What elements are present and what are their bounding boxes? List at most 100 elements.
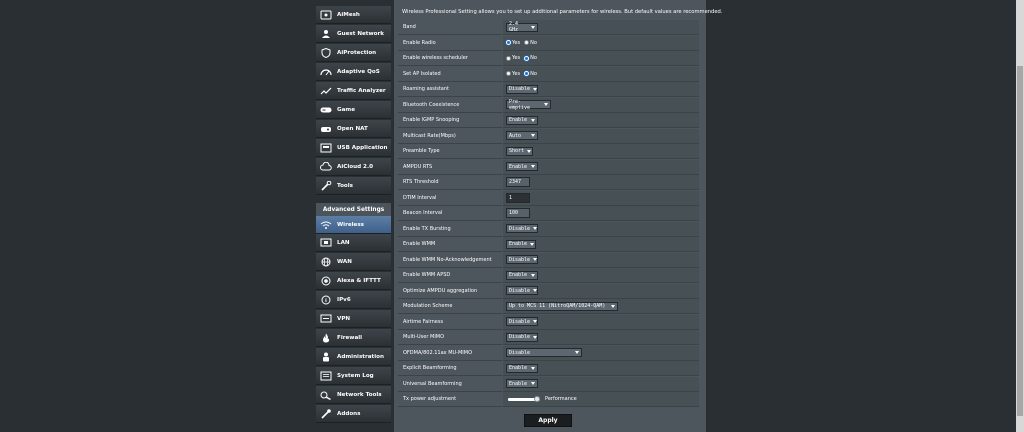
sidebar-item-label: Tools (337, 182, 354, 189)
sidebar-item-system-log[interactable]: System Log (316, 367, 391, 385)
sidebar-item-label: System Log (337, 372, 374, 379)
svg-text:6: 6 (325, 297, 328, 302)
setting-label: Enable TX Bursting (398, 221, 502, 237)
row-ofdma-mu-mimo: OFDMA/802.11ax MU-MIMO Disable (398, 345, 699, 361)
radio-ap-isolated-no[interactable]: No (524, 71, 537, 77)
setting-label: Enable WMM No-Acknowledgement (398, 252, 502, 268)
beacon-interval-input[interactable]: 100 (506, 208, 530, 218)
radio-enable-radio-yes[interactable]: Yes (506, 40, 520, 46)
chevron-down-icon (533, 87, 538, 91)
chevron-down-icon (533, 320, 538, 323)
lan-icon (320, 238, 332, 248)
setting-label: Airtime Fairness (398, 314, 502, 330)
tx-power-slider-handle[interactable] (534, 395, 540, 402)
admin-person-icon (320, 352, 332, 362)
setting-label: Enable WMM APSD (398, 268, 502, 283)
sidebar-item-aiprotection[interactable]: AiProtection (316, 44, 391, 62)
sidebar-item-label: Traffic Analyzer (337, 87, 386, 94)
aimesh-icon (320, 10, 332, 20)
sidebar-item-game[interactable]: Game (316, 101, 391, 119)
bluetooth-coexistence-select[interactable]: Pre-emptive (506, 99, 551, 111)
wmm-apsd-select[interactable]: Enable (506, 270, 538, 280)
chevron-down-icon (531, 25, 535, 29)
chevron-down-icon (531, 134, 535, 137)
sidebar-item-label: Game (337, 106, 355, 113)
roaming-assistant-select[interactable]: Disable (506, 84, 538, 94)
wmm-no-ack-select[interactable]: Disable (506, 255, 538, 264)
tx-bursting-select[interactable]: Disable (506, 224, 538, 233)
row-band: Band 2.4 GHz (398, 20, 699, 35)
sidebar-item-tools[interactable]: Tools (316, 177, 391, 195)
tx-power-slider-fill (508, 397, 537, 401)
sidebar-item-wan[interactable]: WAN (316, 253, 391, 271)
universal-beamforming-select[interactable]: Enable (506, 379, 538, 388)
sidebar-item-administration[interactable]: Administration (316, 348, 391, 366)
sidebar-item-label: LAN (337, 239, 350, 246)
multi-user-mimo-select[interactable]: Disable (506, 332, 538, 342)
row-tx-power: Tx power adjustment Performance (398, 392, 699, 407)
modulation-scheme-select[interactable]: Up to MCS 11 (NitroQAM/1024-QAM) (506, 301, 618, 311)
sidebar-item-vpn[interactable]: VPN (316, 310, 391, 328)
setting-label: Multicast Rate(Mbps) (398, 128, 502, 144)
sidebar-item-label: AiProtection (337, 49, 377, 56)
sidebar-item-addons[interactable]: Addons (316, 405, 391, 423)
chevron-down-icon (531, 165, 535, 168)
ofdma-mu-mimo-select[interactable]: Disable (506, 348, 582, 357)
ampdu-aggregation-select[interactable]: Disable (506, 286, 538, 295)
sidebar-item-open-nat[interactable]: Open NAT (316, 120, 391, 138)
row-rts-threshold: RTS Threshold 2347 (398, 175, 699, 190)
network-tools-icon (320, 390, 332, 400)
radio-ap-isolated-yes[interactable]: Yes (506, 71, 520, 77)
sidebar-item-firewall[interactable]: Firewall (316, 329, 391, 347)
radio-scheduler-no[interactable]: No (524, 55, 537, 61)
sidebar-item-aimesh[interactable]: AiMesh (316, 6, 391, 24)
rts-threshold-input[interactable]: 2347 (506, 177, 530, 187)
setting-label: Enable Radio (398, 35, 502, 51)
ampdu-rts-select[interactable]: Enable (506, 162, 538, 171)
preamble-type-select[interactable]: Short (506, 146, 533, 156)
sidebar-item-traffic-analyzer[interactable]: Traffic Analyzer (316, 82, 391, 100)
row-wireless-scheduler: Enable wireless scheduler Yes No (398, 51, 699, 66)
apply-button[interactable]: Apply (524, 414, 572, 427)
sidebar-item-adaptive-qos[interactable]: Adaptive QoS (316, 63, 391, 81)
sidebar-item-guest-network[interactable]: Guest Network (316, 25, 391, 43)
row-multicast-rate: Multicast Rate(Mbps) Auto (398, 128, 699, 144)
sidebar-item-usb-application[interactable]: USB Application (316, 139, 391, 157)
wifi-icon (320, 220, 332, 230)
setting-label: Modulation Scheme (398, 299, 502, 314)
setting-label: Band (398, 20, 502, 35)
row-universal-beamforming: Universal Beamforming Enable (398, 376, 699, 392)
radio-enable-radio-no[interactable]: No (524, 40, 537, 46)
setting-label: Universal Beamforming (398, 376, 502, 392)
radio-scheduler-yes[interactable]: Yes (506, 55, 520, 61)
sidebar-item-alexa-ifttt[interactable]: Alexa & IFTTT (316, 272, 391, 290)
row-enable-radio: Enable Radio Yes No (398, 35, 699, 51)
tx-power-slider[interactable] (508, 395, 540, 402)
chevron-down-icon (531, 382, 535, 385)
sidebar-item-network-tools[interactable]: Network Tools (316, 386, 391, 404)
enable-wmm-select[interactable]: Enable (506, 239, 536, 249)
igmp-snooping-select[interactable]: Enable (506, 115, 538, 125)
sidebar-item-label: Wireless (337, 221, 365, 228)
sidebar-item-wireless[interactable]: Wireless (316, 216, 391, 234)
sidebar-item-label: Administration (337, 353, 384, 360)
row-ap-isolated: Set AP Isolated Yes No (398, 66, 699, 82)
page-scrollbar-thumb[interactable] (1017, 66, 1023, 416)
sidebar-item-label: Alexa & IFTTT (337, 277, 381, 284)
row-multi-user-mimo: Multi-User MIMO Disable (398, 330, 699, 345)
sidebar-item-aicloud[interactable]: AiCloud 2.0 (316, 158, 391, 176)
qos-gauge-icon (320, 67, 332, 77)
dtim-interval-input[interactable]: 1 (506, 192, 530, 203)
sidebar-item-label: VPN (337, 315, 351, 322)
row-airtime-fairness: Airtime Fairness Disable (398, 314, 699, 330)
explicit-beamforming-select[interactable]: Enable (506, 363, 538, 373)
sidebar-item-lan[interactable]: LAN (316, 234, 391, 252)
setting-label: DTIM Interval (398, 190, 502, 206)
setting-label: Set AP Isolated (398, 66, 502, 82)
airtime-fairness-select[interactable]: Disable (506, 317, 538, 326)
multicast-rate-select[interactable]: Auto (506, 131, 538, 140)
sidebar-item-ipv6[interactable]: 6 IPv6 (316, 291, 391, 309)
row-beacon-interval: Beacon Interval 100 (398, 206, 699, 221)
page-scrollbar[interactable] (1016, 0, 1024, 432)
band-select[interactable]: 2.4 GHz (506, 21, 538, 33)
